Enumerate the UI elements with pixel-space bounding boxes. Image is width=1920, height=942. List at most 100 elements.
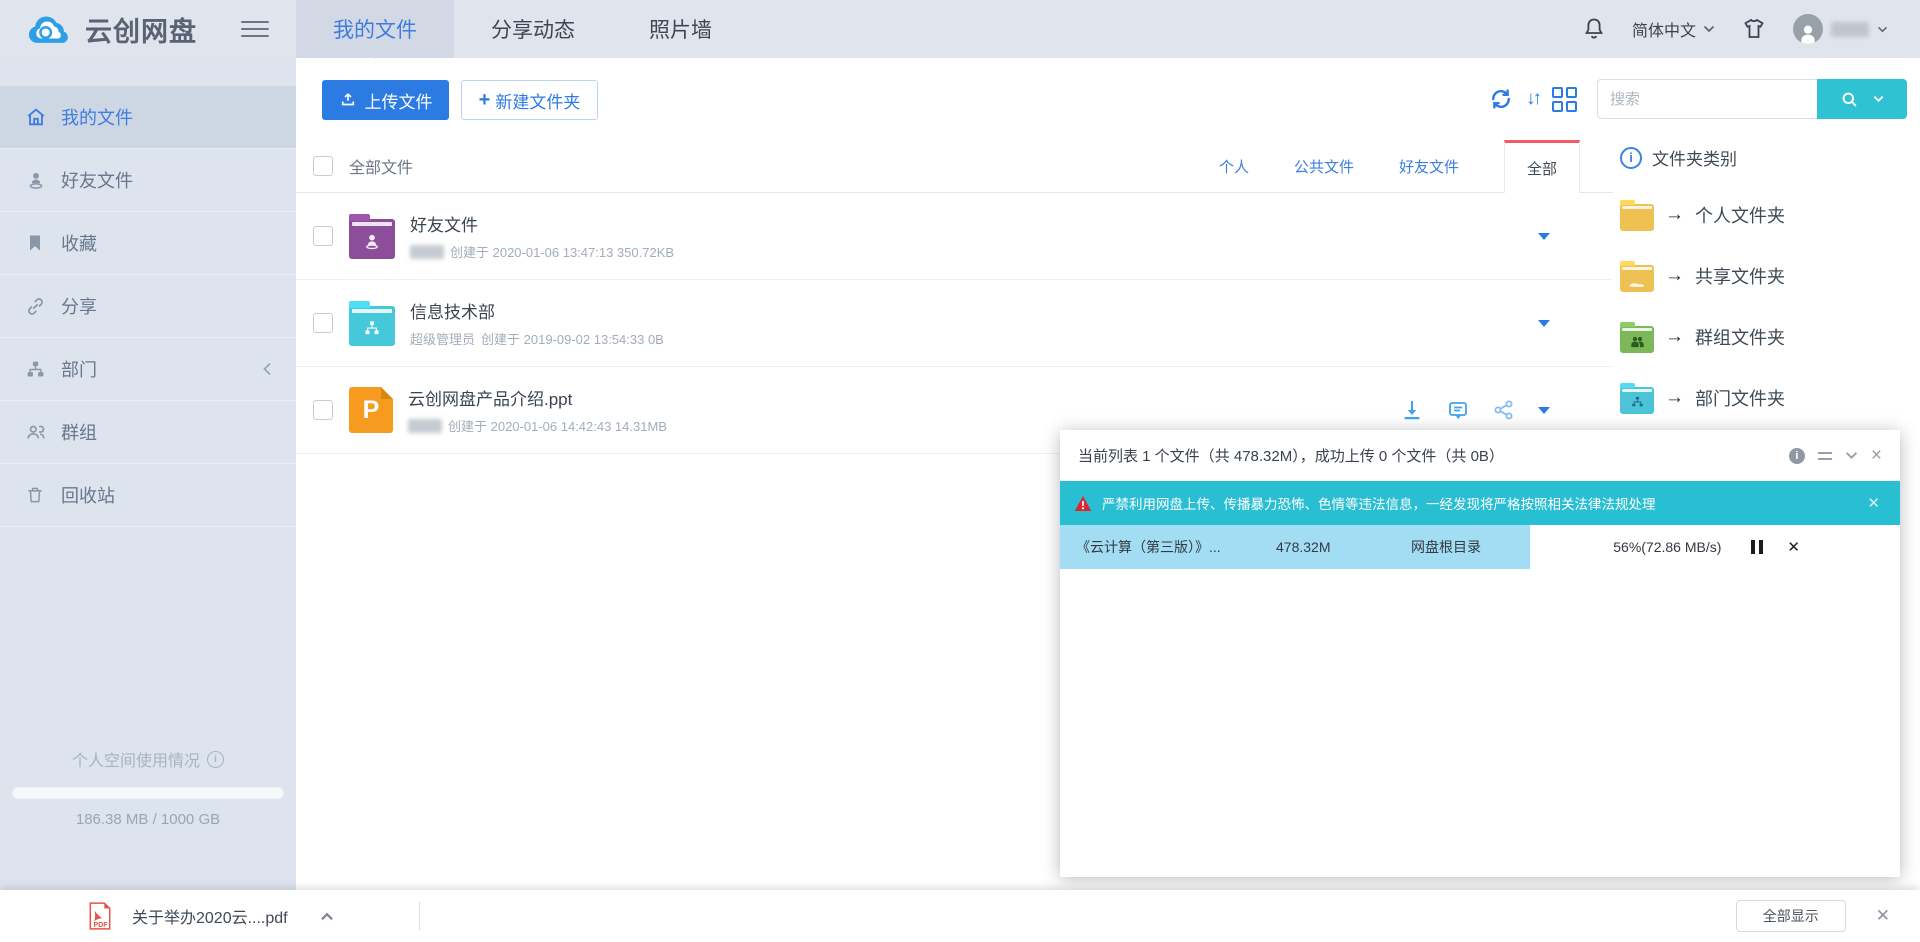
- search-input[interactable]: [1597, 79, 1817, 119]
- info-icon[interactable]: i: [1789, 448, 1805, 464]
- category-group-folder[interactable]: → 群组文件夹: [1620, 321, 1910, 353]
- row-checkbox[interactable]: [313, 226, 333, 246]
- category-shared-folder[interactable]: → 共享文件夹: [1620, 260, 1910, 292]
- upload-item-destination: 网盘根目录: [1411, 537, 1481, 557]
- chevron-up-icon[interactable]: [320, 912, 334, 921]
- category-personal-folder[interactable]: → 个人文件夹: [1620, 199, 1910, 231]
- username-redacted: [1831, 22, 1869, 37]
- filter-tabs: 个人 公共文件 好友文件 全部: [1174, 140, 1580, 192]
- cloud-drive-app: 云创网盘 我的文件 分享动态 照片墙 简体中文: [0, 0, 1920, 942]
- minimize-list-icon[interactable]: [1818, 452, 1832, 460]
- chevron-down-icon: [1703, 25, 1715, 33]
- tab-label: 我的文件: [333, 14, 417, 44]
- bottom-notice-bar: PDF 关于举办2020云....pdf 全部显示 ✕: [0, 890, 1920, 942]
- upload-file-button[interactable]: 上传文件: [322, 80, 449, 120]
- sidebar-item-label: 分享: [61, 293, 97, 319]
- tab-share-activity[interactable]: 分享动态: [454, 0, 612, 58]
- chevron-left-icon[interactable]: [262, 362, 272, 376]
- filter-tab-public-files[interactable]: 公共文件: [1294, 140, 1354, 192]
- sidebar: 我的文件 好友文件 收藏 分享: [0, 58, 296, 890]
- logo-text: 云创网盘: [85, 10, 197, 49]
- show-all-button[interactable]: 全部显示: [1736, 900, 1846, 932]
- file-name[interactable]: 信息技术部: [410, 298, 664, 323]
- bell-icon[interactable]: [1582, 16, 1606, 42]
- cloud-logo-icon: [24, 11, 76, 47]
- arrow-right-icon: →: [1665, 265, 1684, 287]
- close-icon[interactable]: ✕: [1876, 906, 1890, 926]
- header: 云创网盘 我的文件 分享动态 照片墙 简体中文: [0, 0, 1920, 58]
- new-folder-button[interactable]: + 新建文件夹: [461, 80, 598, 120]
- row-dropdown-caret[interactable]: [1538, 320, 1550, 327]
- user-account[interactable]: [1793, 14, 1888, 44]
- select-all-checkbox[interactable]: [313, 156, 333, 176]
- grid-view-icon[interactable]: [1552, 87, 1577, 112]
- cancel-upload-icon[interactable]: ✕: [1787, 538, 1800, 556]
- category-department-folder[interactable]: → 部门文件夹: [1620, 382, 1910, 414]
- personal-folder-icon: [1620, 204, 1654, 231]
- sidebar-item-groups[interactable]: 群组: [0, 401, 296, 464]
- filter-tab-friend-files[interactable]: 好友文件: [1399, 140, 1459, 192]
- comment-icon[interactable]: [1446, 398, 1470, 422]
- group-icon: [25, 421, 47, 443]
- folder-categories-title: 文件夹类别: [1652, 145, 1737, 170]
- search-button[interactable]: [1817, 79, 1907, 119]
- select-all-label: 全部文件: [349, 154, 413, 178]
- filter-tab-all[interactable]: 全部: [1504, 140, 1580, 193]
- tab-my-files[interactable]: 我的文件: [296, 0, 454, 58]
- sidebar-item-label: 群组: [61, 419, 97, 445]
- arrow-right-icon: →: [1665, 204, 1684, 226]
- row-dropdown-caret[interactable]: [1538, 407, 1550, 414]
- info-icon[interactable]: i: [207, 751, 224, 768]
- sidebar-item-label: 部门: [61, 356, 97, 382]
- chevron-down-icon[interactable]: [1845, 451, 1858, 460]
- file-creator: 超级管理员: [410, 329, 475, 348]
- language-selector[interactable]: 简体中文: [1632, 17, 1715, 41]
- sidebar-item-my-files[interactable]: 我的文件: [0, 86, 296, 149]
- arrow-right-icon: →: [1665, 387, 1684, 409]
- file-name[interactable]: 云创网盘产品介绍.ppt: [408, 385, 667, 410]
- warning-text: 严禁利用网盘上传、传播暴力恐怖、色情等违法信息，一经发现将严格按照相关法律法规处…: [1102, 493, 1857, 513]
- file-meta-text: 创建于 2019-09-02 13:54:33 0B: [481, 329, 664, 348]
- upload-warning-banner: 严禁利用网盘上传、传播暴力恐怖、色情等违法信息，一经发现将严格按照相关法律法规处…: [1060, 481, 1900, 525]
- file-meta-text: 创建于 2020-01-06 13:47:13 350.72KB: [450, 242, 674, 261]
- share-icon[interactable]: [1492, 398, 1516, 422]
- file-row[interactable]: 信息技术部 超级管理员 创建于 2019-09-02 13:54:33 0B: [296, 280, 1613, 367]
- storage-usage: 个人空间使用情况 i 186.38 MB / 1000 GB: [0, 747, 296, 828]
- sidebar-item-share[interactable]: 分享: [0, 275, 296, 338]
- pause-icon[interactable]: [1751, 540, 1763, 554]
- close-icon[interactable]: ×: [1871, 446, 1882, 465]
- tab-label: 分享动态: [491, 14, 575, 44]
- tab-photo-wall[interactable]: 照片墙: [612, 0, 749, 58]
- sidebar-item-recycle-bin[interactable]: 回收站: [0, 464, 296, 527]
- category-label: 个人文件夹: [1695, 202, 1785, 228]
- row-checkbox[interactable]: [313, 400, 333, 420]
- download-icon[interactable]: [1400, 398, 1424, 422]
- banner-close-icon[interactable]: ✕: [1867, 494, 1886, 512]
- search-icon: [1840, 90, 1859, 109]
- trash-icon: [25, 484, 47, 506]
- row-dropdown-caret[interactable]: [1538, 233, 1550, 240]
- theme-tshirt-icon[interactable]: [1741, 17, 1767, 41]
- sidebar-item-department[interactable]: 部门: [0, 338, 296, 401]
- pdf-file-icon: PDF: [88, 902, 112, 930]
- friend-folder-icon: [349, 219, 395, 259]
- file-meta-text: 创建于 2020-01-06 14:42:43 14.31MB: [448, 416, 667, 435]
- file-list: 全部文件 个人 公共文件 好友文件 全部 好友文件 创: [296, 140, 1613, 454]
- storage-progress-bar: [12, 787, 284, 799]
- creator-redacted: [408, 419, 442, 433]
- refresh-icon[interactable]: [1489, 87, 1513, 111]
- notice-filename[interactable]: 关于举办2020云....pdf: [132, 904, 288, 928]
- plus-icon: +: [479, 90, 491, 110]
- file-list-header: 全部文件 个人 公共文件 好友文件 全部: [296, 140, 1613, 193]
- hamburger-menu-icon[interactable]: [241, 16, 269, 42]
- row-checkbox[interactable]: [313, 313, 333, 333]
- file-name[interactable]: 好友文件: [410, 211, 674, 236]
- file-row[interactable]: 好友文件 创建于 2020-01-06 13:47:13 350.72KB: [296, 193, 1613, 280]
- creator-redacted: [410, 245, 444, 259]
- sidebar-item-friend-files[interactable]: 好友文件: [0, 149, 296, 212]
- filter-tab-personal[interactable]: 个人: [1219, 140, 1249, 192]
- friend-icon: [25, 169, 47, 191]
- sidebar-item-label: 收藏: [61, 230, 97, 256]
- sort-icon[interactable]: ↓↑: [1526, 88, 1539, 110]
- sidebar-item-favorites[interactable]: 收藏: [0, 212, 296, 275]
